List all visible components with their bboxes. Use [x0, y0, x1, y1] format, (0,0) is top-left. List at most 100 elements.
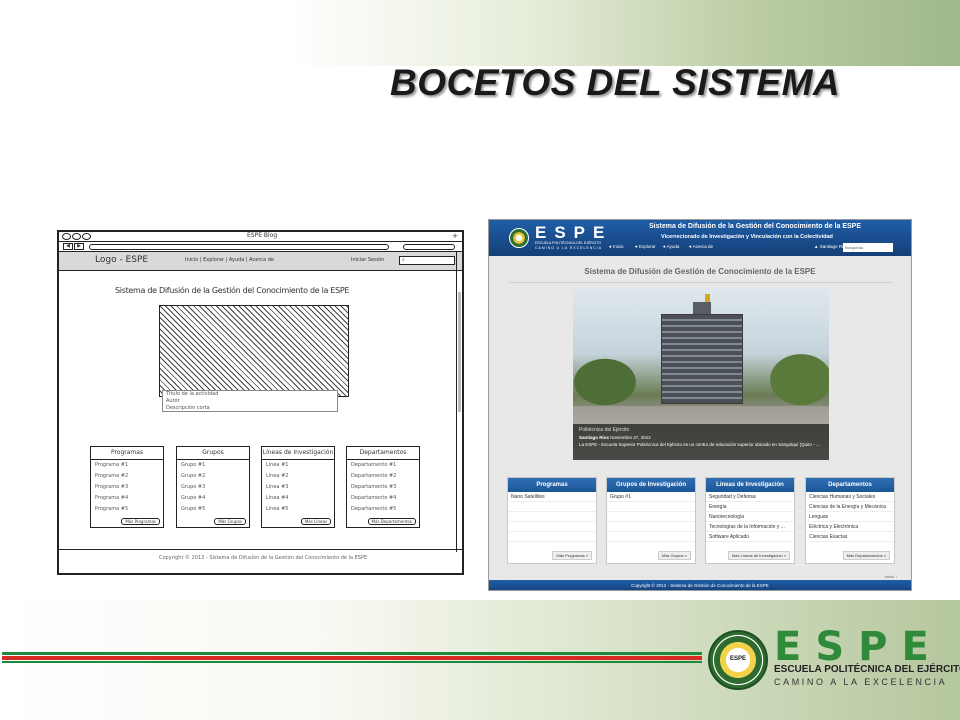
- panel-title: Departamentos: [347, 447, 419, 460]
- logo-motto: CAMINO A LA EXCELENCIA: [774, 677, 948, 687]
- page-title: Sistema de Difusión de Gestión de Conoci…: [584, 267, 816, 276]
- nav-item-explorar[interactable]: ● Explorar: [635, 244, 656, 249]
- list-item[interactable]: Departamento #3: [347, 482, 419, 493]
- window-control-icon[interactable]: [82, 233, 91, 240]
- tree-shape: [753, 340, 829, 406]
- nav-label: Explorar: [638, 244, 656, 249]
- list-item[interactable]: Grupo #1: [177, 460, 249, 471]
- photo-caption: Politécnica del Ejército Santiago Rios N…: [573, 424, 829, 460]
- list-item[interactable]: Departamento #5: [347, 504, 419, 515]
- list-item-empty: [508, 502, 596, 512]
- site-header: Logo - ESPE Inicio | Explorar | Ayuda | …: [59, 252, 462, 271]
- list-item[interactable]: Línea #5: [262, 504, 334, 515]
- list-item[interactable]: Grupo #3: [177, 482, 249, 493]
- list-item[interactable]: Ciencias Exactas: [806, 532, 894, 542]
- more-button[interactable]: Más Programas: [121, 518, 160, 525]
- list-item[interactable]: Seguridad y Defensa: [706, 492, 794, 502]
- nav-label: Inicio: [612, 244, 624, 249]
- login-link[interactable]: Iniciar Sesión: [351, 257, 384, 263]
- building-shape: [661, 314, 743, 404]
- list-item[interactable]: Departamento #4: [347, 493, 419, 504]
- list-item[interactable]: Grupo #5: [177, 504, 249, 515]
- title-divider: [509, 282, 893, 283]
- top-decorative-band: [0, 0, 960, 66]
- featured-photo[interactable]: Politécnica del Ejército Santiago Rios N…: [573, 288, 829, 460]
- window-control-icon[interactable]: [62, 233, 71, 240]
- url-field[interactable]: [89, 244, 389, 250]
- nav-item-inicio[interactable]: ● Inicio: [609, 244, 623, 249]
- search-input[interactable]: Búsqueda: [843, 243, 893, 252]
- list-item[interactable]: Nano Satellites: [508, 492, 596, 502]
- search-input[interactable]: ⌕: [399, 256, 455, 265]
- footer-divider: [59, 549, 462, 550]
- forward-icon[interactable]: ▶: [74, 243, 84, 250]
- list-item[interactable]: Grupo #2: [177, 471, 249, 482]
- list-item[interactable]: Programa #4: [91, 493, 163, 504]
- list-item[interactable]: Energía: [706, 502, 794, 512]
- panel-title: Programas: [91, 447, 163, 460]
- caption-date: Noviembre 27, 2012: [610, 435, 651, 440]
- list-item[interactable]: Línea #3: [262, 482, 334, 493]
- panel-title: Grupos: [177, 447, 249, 460]
- back-icon[interactable]: ◀: [63, 243, 73, 250]
- list-item[interactable]: Programa #5: [91, 504, 163, 515]
- list-item[interactable]: Eléctrica y Electrónica: [806, 522, 894, 532]
- window-control-icon[interactable]: [72, 233, 81, 240]
- more-button[interactable]: Más Grupos »: [657, 551, 691, 560]
- list-item[interactable]: Grupo #1: [607, 492, 695, 502]
- caption-line: Descripción corta: [166, 405, 210, 411]
- more-button[interactable]: Más Departamentos »: [842, 551, 890, 560]
- list-item[interactable]: Departamento #1: [347, 460, 419, 471]
- wireframe-sketch: ESPE Blog + ◀ ▶ Logo - ESPE Inicio | Exp…: [57, 230, 464, 575]
- featured-image-placeholder[interactable]: [159, 305, 349, 397]
- scrollbar-thumb[interactable]: [458, 292, 461, 412]
- more-button[interactable]: Más Programas »: [552, 551, 592, 560]
- more-button[interactable]: Más Líneas de Investigación »: [727, 551, 790, 560]
- browser-search-field[interactable]: [403, 244, 455, 250]
- list-item-empty: [607, 512, 695, 522]
- list-item[interactable]: Ciencias Humanas y Sociales: [806, 492, 894, 502]
- list-item[interactable]: Programa #2: [91, 471, 163, 482]
- nav-item-acerca[interactable]: ● Acerca de: [689, 244, 713, 249]
- list-item[interactable]: Departamento #2: [347, 471, 419, 482]
- list-item-empty: [607, 532, 695, 542]
- back-to-top-link[interactable]: Inicio ↑: [885, 574, 897, 579]
- more-button[interactable]: Más Departamentos: [367, 518, 416, 525]
- list-item[interactable]: Ciencias de la Energía y Mecánica: [806, 502, 894, 512]
- list-item[interactable]: Línea #4: [262, 493, 334, 504]
- espe-logo: ESPE ESPE ESCUELA POLITÉCNICA DEL EJÉRCI…: [706, 624, 960, 692]
- header-subtitle: Vicerrectorado de Investigación y Vincul…: [661, 234, 833, 240]
- list-item[interactable]: Lenguas: [806, 512, 894, 522]
- site-footer: Copyright © 2012 - Sistema de Gestión de…: [489, 580, 911, 590]
- list-item[interactable]: Software Aplicado: [706, 532, 794, 542]
- site-logo[interactable]: Logo - ESPE: [95, 255, 148, 265]
- panel-grupos: Grupos Grupo #1 Grupo #2 Grupo #3 Grupo …: [176, 446, 250, 528]
- panel-departamentos: Departamentos Departamento #1 Departamen…: [346, 446, 420, 528]
- panel-departamentos: Departamentos Ciencias Humanas y Sociale…: [805, 477, 895, 564]
- logo-institution: ESCUELA POLITÉCNICA DEL EJÉRCITO: [774, 664, 960, 675]
- window-title: ESPE Blog: [247, 232, 278, 239]
- website-screenshot: ESPE ESCUELA POLITÉCNICA DEL EJÉRCITO CA…: [488, 219, 912, 591]
- site-header: ESPE ESCUELA POLITÉCNICA DEL EJÉRCITO CA…: [489, 220, 911, 256]
- nav-item-ayuda[interactable]: ● Ayuda: [663, 244, 679, 249]
- close-icon[interactable]: +: [452, 232, 458, 240]
- list-item[interactable]: Línea #1: [262, 460, 334, 471]
- panel-programas: Programas Nano Satellites Más Programas …: [507, 477, 597, 564]
- list-item[interactable]: Tecnologías de la Información y ...: [706, 522, 794, 532]
- brand-logo[interactable]: ESPE: [535, 223, 612, 243]
- panel-grupos: Grupos de Investigación Grupo #1 Más Gru…: [606, 477, 696, 564]
- list-item[interactable]: Programa #3: [91, 482, 163, 493]
- page-heading: Sistema de Difusión de la Gestión del Co…: [115, 286, 350, 295]
- list-item[interactable]: Línea #2: [262, 471, 334, 482]
- more-button[interactable]: Más Grupos: [214, 518, 246, 525]
- list-item[interactable]: Programa #1: [91, 460, 163, 471]
- main-nav[interactable]: Inicio | Explorar | Ayuda | Acerca de: [185, 257, 274, 263]
- list-item[interactable]: Grupo #4: [177, 493, 249, 504]
- scrollbar[interactable]: [456, 252, 462, 552]
- panel-lineas: Líneas de Investigación Línea #1 Línea #…: [261, 446, 335, 528]
- more-button[interactable]: Más Líneas: [300, 518, 331, 525]
- caption-author: Santiago Rios: [579, 435, 610, 440]
- list-item[interactable]: Nanotecnología: [706, 512, 794, 522]
- main-nav: ● Inicio ● Explorar ● Ayuda ● Acerca de …: [489, 241, 911, 255]
- featured-caption: Título de la actividad Autor Descripción…: [162, 390, 338, 412]
